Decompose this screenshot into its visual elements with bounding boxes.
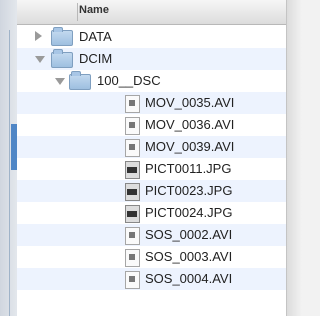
- file-label: MOV_0039.AVI: [145, 139, 235, 154]
- sidebar-pane: [0, 0, 17, 316]
- disclosure-triangle-icon[interactable]: [35, 56, 45, 63]
- name-column-header[interactable]: Name: [79, 4, 109, 16]
- folder-row-data[interactable]: DATA: [17, 26, 286, 48]
- folder-label: DATA: [79, 29, 112, 44]
- file-row[interactable]: PICT0024.JPG: [17, 202, 286, 224]
- disclosure-triangle-icon[interactable]: [35, 31, 42, 41]
- folder-label: 100__DSC: [97, 73, 161, 88]
- sidebar-divider: [9, 30, 10, 316]
- folder-icon: [69, 71, 91, 90]
- movie-file-icon: [125, 249, 140, 267]
- movie-file-icon: [125, 117, 140, 135]
- file-label: PICT0011.JPG: [145, 161, 232, 176]
- file-label: SOS_0002.AVI: [145, 227, 233, 242]
- file-label: MOV_0036.AVI: [145, 117, 235, 132]
- folder-row-100-dsc[interactable]: 100__DSC: [17, 70, 286, 92]
- file-label: SOS_0003.AVI: [145, 249, 233, 264]
- movie-file-icon: [125, 95, 140, 113]
- photo-file-icon: [125, 205, 140, 223]
- file-label: MOV_0035.AVI: [145, 95, 235, 110]
- file-row[interactable]: SOS_0004.AVI: [17, 268, 286, 290]
- folder-icon: [51, 27, 73, 46]
- file-row[interactable]: SOS_0002.AVI: [17, 224, 286, 246]
- file-row[interactable]: MOV_0036.AVI: [17, 114, 286, 136]
- vertical-scrollbar[interactable]: [286, 0, 302, 316]
- photo-file-icon: [125, 161, 140, 179]
- file-row[interactable]: MOV_0039.AVI: [17, 136, 286, 158]
- file-row[interactable]: PICT0011.JPG: [17, 158, 286, 180]
- file-row[interactable]: SOS_0003.AVI: [17, 246, 286, 268]
- file-list: DATA DCIM 100__DSC MOV_0035.AVI MOV_0036…: [17, 26, 286, 290]
- file-label: PICT0023.JPG: [145, 183, 233, 198]
- disclosure-triangle-icon[interactable]: [55, 78, 65, 85]
- column-header: Name: [17, 0, 286, 25]
- column-separator: [77, 3, 78, 21]
- file-browser: Name DATA DCIM 100__DSC MOV_0035.AVI MOV…: [17, 0, 286, 316]
- folder-row-dcim[interactable]: DCIM: [17, 48, 286, 70]
- folder-icon: [51, 49, 73, 68]
- file-label: SOS_0004.AVI: [145, 271, 233, 286]
- photo-file-icon: [125, 183, 140, 201]
- file-row[interactable]: PICT0023.JPG: [17, 180, 286, 202]
- file-label: PICT0024.JPG: [145, 205, 233, 220]
- file-row[interactable]: MOV_0035.AVI: [17, 92, 286, 114]
- folder-label: DCIM: [79, 51, 113, 66]
- movie-file-icon: [125, 139, 140, 157]
- movie-file-icon: [125, 271, 140, 289]
- movie-file-icon: [125, 227, 140, 245]
